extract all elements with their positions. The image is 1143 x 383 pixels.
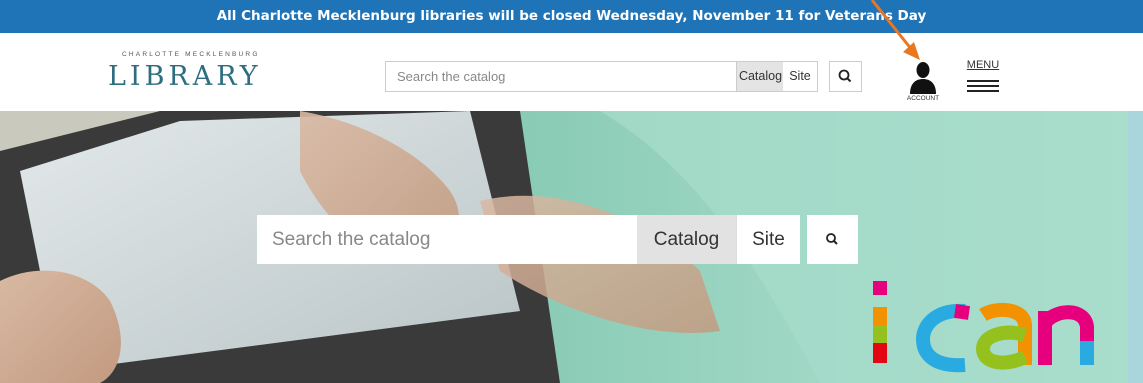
library-logo[interactable]: CHARLOTTE MECKLENBURG LIBRARY bbox=[100, 49, 300, 109]
ican-slogan-logo bbox=[873, 281, 1094, 373]
account-link[interactable]: ACCOUNT bbox=[903, 61, 943, 105]
logo-title: LIBRARY bbox=[108, 61, 262, 92]
menu-label: MENU bbox=[966, 59, 1000, 71]
logo-subtitle: CHARLOTTE MECKLENBURG bbox=[122, 51, 260, 58]
header-site-toggle[interactable]: Site bbox=[783, 61, 818, 92]
header-catalog-toggle[interactable]: Catalog bbox=[736, 61, 785, 92]
hero-search-input[interactable]: Search the catalog bbox=[257, 215, 637, 264]
site-header: CHARLOTTE MECKLENBURG LIBRARY Search the… bbox=[0, 33, 1143, 111]
hero-site-toggle[interactable]: Site bbox=[736, 215, 800, 264]
search-icon bbox=[838, 69, 852, 83]
hero-search-button[interactable] bbox=[807, 215, 858, 264]
search-icon bbox=[826, 233, 838, 245]
header-search-button[interactable] bbox=[829, 61, 862, 92]
account-label: ACCOUNT bbox=[906, 95, 940, 102]
hero-catalog-toggle[interactable]: Catalog bbox=[637, 215, 736, 264]
hero-banner: Search the catalog Catalog Site bbox=[0, 111, 1143, 383]
header-search-input[interactable]: Search the catalog bbox=[385, 61, 748, 92]
alert-banner[interactable]: All Charlotte Mecklenburg libraries will… bbox=[0, 0, 1143, 33]
menu-button[interactable]: MENU bbox=[965, 59, 1001, 99]
account-person-icon bbox=[910, 62, 936, 94]
